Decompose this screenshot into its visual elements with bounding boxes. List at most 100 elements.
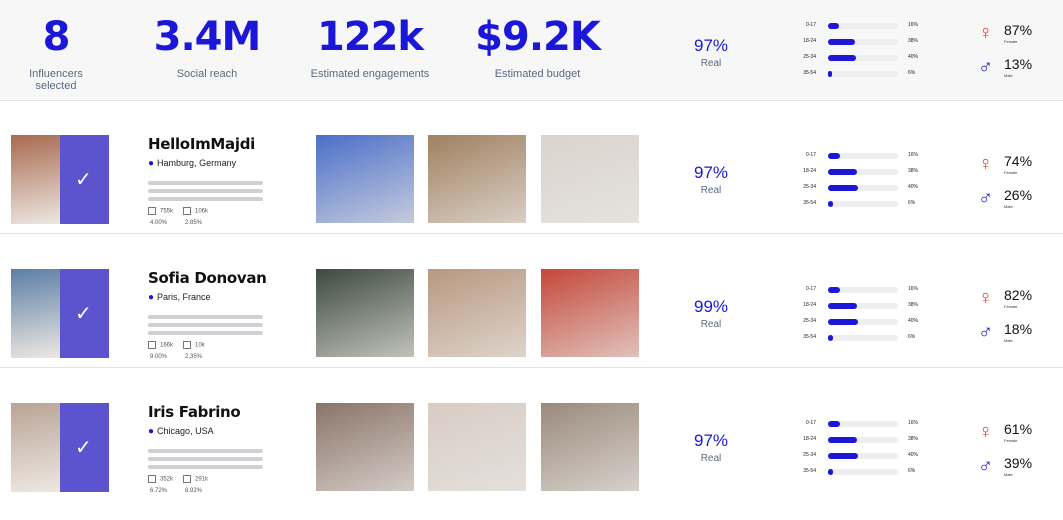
post-photo-1[interactable] bbox=[316, 135, 414, 223]
post-photo-2[interactable] bbox=[428, 269, 526, 357]
female-row: ♀ 87% Female bbox=[978, 22, 1048, 56]
age-range: 18-24 bbox=[803, 436, 816, 442]
placeholder-line bbox=[148, 449, 263, 453]
age-fill bbox=[828, 71, 833, 77]
checkbox-icon bbox=[183, 475, 191, 483]
male-row: ♂ 18% Male bbox=[978, 321, 1048, 355]
age-fill bbox=[828, 453, 858, 459]
age-fill bbox=[828, 335, 833, 341]
female-row: ♀ 61% Female bbox=[978, 421, 1048, 455]
influencer-name[interactable]: HelloImMajdi bbox=[148, 135, 255, 153]
stat-followers-rate: 6.72% bbox=[150, 488, 168, 494]
influencer-row[interactable]: ✓ HelloImMajdi ● Hamburg, Germany 755k 4.… bbox=[0, 101, 1063, 234]
influencer-avatar[interactable]: ✓ bbox=[11, 403, 109, 492]
placeholder-line bbox=[148, 323, 263, 327]
age-range: 18-24 bbox=[803, 302, 816, 308]
post-photo-1[interactable] bbox=[316, 403, 414, 491]
age-fill bbox=[828, 153, 840, 159]
real-pct: 97% bbox=[693, 163, 729, 182]
gender-split: ♀ 74% Female ♂ 26% Male bbox=[978, 153, 1048, 221]
age-track bbox=[828, 55, 898, 61]
age-track bbox=[828, 437, 898, 443]
male-label: Male bbox=[1004, 472, 1013, 477]
post-photo-2[interactable] bbox=[428, 135, 526, 223]
stat-influencers-value: 8 bbox=[42, 14, 71, 60]
age-range: 35-54 bbox=[803, 200, 816, 206]
real-label: Real bbox=[700, 185, 722, 196]
age-range: 35-54 bbox=[803, 468, 816, 474]
female-icon: ♀ bbox=[978, 421, 993, 443]
age-track bbox=[828, 153, 898, 159]
female-pct: 82% bbox=[1004, 287, 1033, 303]
placeholder-line bbox=[148, 181, 263, 185]
stat-engagement: 106k bbox=[183, 207, 208, 215]
stat-influencers-label: Influencers selected bbox=[29, 68, 83, 92]
checkbox-icon bbox=[148, 475, 156, 483]
checkbox-icon bbox=[148, 207, 156, 215]
post-photo-3[interactable] bbox=[541, 135, 639, 223]
post-photo-1[interactable] bbox=[316, 269, 414, 357]
age-fill bbox=[828, 201, 833, 207]
age-pct: 40% bbox=[908, 54, 919, 60]
age-range: 35-54 bbox=[803, 334, 816, 340]
female-row: ♀ 74% Female bbox=[978, 153, 1048, 187]
female-label: Female bbox=[1004, 304, 1018, 309]
age-fill bbox=[828, 23, 840, 29]
age-fill bbox=[828, 169, 857, 175]
stat-budget: $9.2K Estimated budget bbox=[470, 12, 605, 80]
avatar-photo bbox=[11, 403, 60, 492]
placeholder-line bbox=[148, 189, 263, 193]
stat-followers-value: 755k bbox=[160, 208, 174, 215]
post-photo-3[interactable] bbox=[541, 403, 639, 491]
age-range: 25-34 bbox=[803, 184, 816, 190]
male-pct: 18% bbox=[1004, 321, 1033, 337]
stat-engagement-value: 10k bbox=[195, 342, 205, 349]
location-text: Hamburg, Germany bbox=[157, 158, 237, 168]
stat-engagements-label: Estimated engagements bbox=[310, 68, 430, 80]
age-pct: 16% bbox=[908, 420, 919, 426]
influencer-row[interactable]: ✓ Sofia Donovan ● Paris, France 166k 9.00… bbox=[0, 235, 1063, 368]
location-pin-icon: ● bbox=[148, 158, 155, 169]
male-label: Male bbox=[1004, 204, 1013, 209]
age-row: 18-24 38% bbox=[790, 35, 930, 51]
female-pct: 74% bbox=[1004, 153, 1033, 169]
influencer-row[interactable]: ✓ Iris Fabrino ● Chicago, USA 352k 6.72% … bbox=[0, 369, 1063, 520]
stat-engagement-rate: 2.35% bbox=[185, 354, 203, 360]
post-photo-3[interactable] bbox=[541, 269, 639, 357]
stat-engagement-rate: 8.92% bbox=[185, 488, 203, 494]
check-icon: ✓ bbox=[75, 169, 92, 191]
age-fill bbox=[828, 55, 856, 61]
stat-followers: 352k bbox=[148, 475, 173, 483]
age-fill bbox=[828, 287, 840, 293]
age-pct: 38% bbox=[908, 436, 919, 442]
male-icon: ♂ bbox=[978, 321, 993, 343]
age-pct: 6% bbox=[908, 468, 916, 474]
influencer-name[interactable]: Sofia Donovan bbox=[148, 269, 267, 287]
post-photo-2[interactable] bbox=[428, 403, 526, 491]
influencer-name[interactable]: Iris Fabrino bbox=[148, 403, 241, 421]
female-label: Female bbox=[1004, 438, 1018, 443]
age-row: 18-24 38% bbox=[790, 165, 930, 181]
age-pct: 40% bbox=[908, 318, 919, 324]
influencer-avatar[interactable]: ✓ bbox=[11, 135, 109, 224]
real-pct: 99% bbox=[693, 297, 729, 316]
summary-real: 97% Real bbox=[676, 36, 746, 69]
male-icon: ♂ bbox=[978, 56, 993, 78]
influencer-avatar[interactable]: ✓ bbox=[11, 269, 109, 358]
age-pct: 40% bbox=[908, 452, 919, 458]
male-pct: 26% bbox=[1004, 187, 1033, 203]
age-pct: 38% bbox=[908, 38, 919, 44]
age-track bbox=[828, 201, 898, 207]
age-row: 35-54 6% bbox=[790, 67, 930, 83]
stat-engagement-value: 291k bbox=[195, 476, 209, 483]
male-icon: ♂ bbox=[978, 187, 993, 209]
stat-budget-value: $9.2K bbox=[475, 14, 601, 60]
age-chart: 0-17 16% 18-24 38% 25-34 40% 35-54 6% bbox=[790, 149, 930, 213]
gender-split: ♀ 82% Female ♂ 18% Male bbox=[978, 287, 1048, 355]
age-range: 18-24 bbox=[803, 168, 816, 174]
age-track bbox=[828, 71, 898, 77]
influencer-location: ● Chicago, USA bbox=[148, 426, 214, 437]
influencer-location: ● Hamburg, Germany bbox=[148, 158, 236, 169]
age-fill bbox=[828, 421, 840, 427]
age-row: 35-54 6% bbox=[790, 465, 930, 481]
